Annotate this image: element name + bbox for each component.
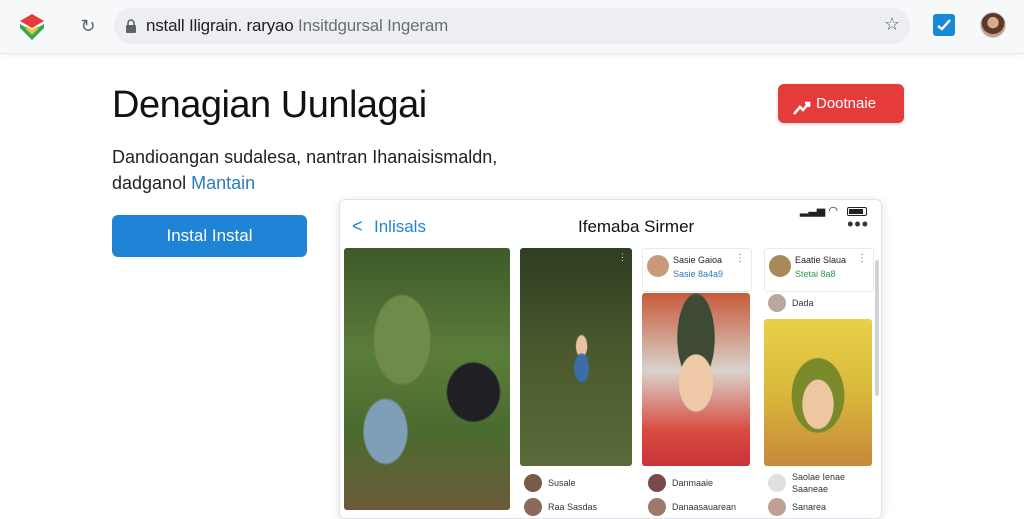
download-button[interactable]: Dootnaie [778,84,904,123]
photo-menu-icon[interactable]: ⋮ [618,252,627,263]
post-card[interactable]: Sasie Gaioa Sasie 8a4a9 ⋮ [642,248,752,292]
avatar [648,498,666,516]
url-text: nstall Iligrain. raryao Insitdgursal Ing… [146,16,449,35]
avatar [768,474,786,492]
preview-title: Ifemaba Sirmer [578,217,695,236]
description-link[interactable]: Mantain [191,173,255,193]
extension-icon[interactable] [933,14,955,36]
list-item: Danaasauarean [672,502,737,512]
group-photo[interactable] [344,248,510,510]
page-title: Denagian Uunlagai [112,84,427,126]
child-in-hood-photo[interactable] [764,319,872,466]
signal-icon: ▂▃▅ [799,205,826,217]
card-subtext: Dada [792,298,814,308]
child-in-cap-photo[interactable] [642,293,750,466]
browser-toolbar: ↻ nstall Iligrain. raryao Insitdgursal I… [0,0,1024,54]
lock-icon [124,18,138,34]
profile-avatar[interactable] [980,12,1006,38]
avatar [768,294,786,312]
list-item: Susale [548,478,576,488]
list-item: Saaneae [792,484,829,494]
avatar [768,498,786,516]
list-item: Raa Sasdas [548,502,598,512]
download-arrow-icon [792,94,812,115]
wifi-icon: ◠ [828,205,838,217]
card-author: Sasie Gaioa [673,255,723,265]
list-item: Sanarea [792,502,827,512]
card-meta: Stetai 8a8 [795,269,836,279]
card-author: Eaatie Slaua [795,255,847,265]
avatar [648,474,666,492]
card-menu-icon[interactable]: ⋮ [735,253,745,264]
hero-description: Dandioangan sudalesa, nantran Ihanaisism… [112,147,498,193]
card-menu-icon[interactable]: ⋮ [857,253,867,264]
list-item: Saolae Ienae [792,472,846,482]
card-meta: Sasie 8a4a9 [673,269,724,279]
address-bar[interactable]: nstall Iligrain. raryao Insitdgursal Ing… [114,8,910,44]
app-logo-icon[interactable] [18,12,46,42]
avatar [769,255,791,277]
post-card[interactable]: Eaatie Slaua Stetai 8a8 ⋮ [764,248,874,292]
bookmark-star-icon[interactable]: ☆ [884,14,900,35]
back-link[interactable]: Inlisals [374,217,426,237]
avatar [524,474,542,492]
scrollbar[interactable] [875,260,879,396]
back-chevron-icon[interactable]: < [352,216,363,237]
reload-icon[interactable]: ↻ [76,14,100,38]
more-options-icon[interactable]: ••• [847,214,869,235]
avatar [524,498,542,516]
child-in-forest-photo[interactable] [520,248,632,466]
avatar [647,255,669,277]
list-item: Danmaaie [672,478,714,488]
install-button[interactable]: Instal Instal [112,215,307,257]
